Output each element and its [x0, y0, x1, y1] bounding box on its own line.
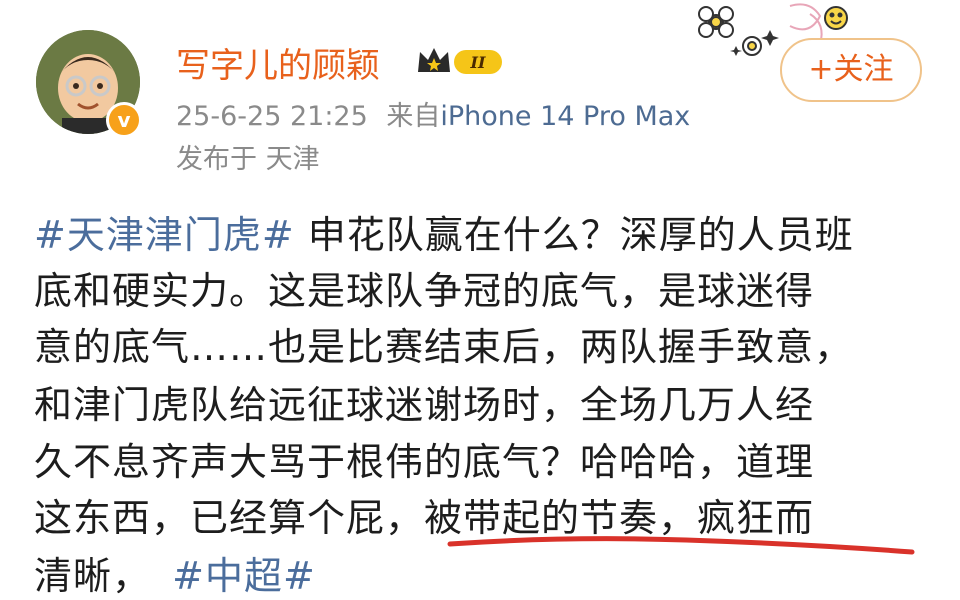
badge-level-text: II: [470, 53, 486, 72]
post-line: 清晰， #中超#: [34, 545, 316, 600]
follow-button[interactable]: +关注: [780, 38, 922, 102]
post-line: 和津门虎队给远征球迷谢场时，全场几万人经: [34, 383, 815, 427]
post-text: 清晰，: [34, 554, 152, 598]
device-link[interactable]: iPhone 14 Pro Max: [440, 101, 690, 132]
hashtag-link[interactable]: #天津津门虎#: [34, 213, 295, 257]
hashtag-link[interactable]: #中超#: [172, 554, 316, 598]
post-line: #天津津门虎# 申花队赢在什么？深厚的人员班: [34, 204, 854, 259]
post-line: 意的底气……也是比赛结束后，两队握手致意，: [34, 325, 854, 369]
verified-badge: v: [106, 102, 142, 138]
post-meta: 25-6-25 21:25 来自iPhone 14 Pro Max: [176, 94, 690, 133]
red-underline-annotation: [446, 522, 916, 562]
post-line: 底和硬实力。这是球队争冠的底气，是球迷得: [34, 269, 815, 313]
post-text: 申花队赢在什么？深厚的人员班: [294, 213, 854, 257]
member-crown-icon: II: [416, 46, 504, 78]
location: 发布于 天津: [176, 144, 320, 175]
post-line: 久不息齐声大骂于根伟的底气？哈哈哈，道理: [34, 440, 815, 484]
timestamp: 25-6-25 21:25: [176, 101, 368, 132]
username[interactable]: 写字儿的顾颖: [176, 38, 380, 87]
source-prefix: 来自: [386, 101, 441, 132]
